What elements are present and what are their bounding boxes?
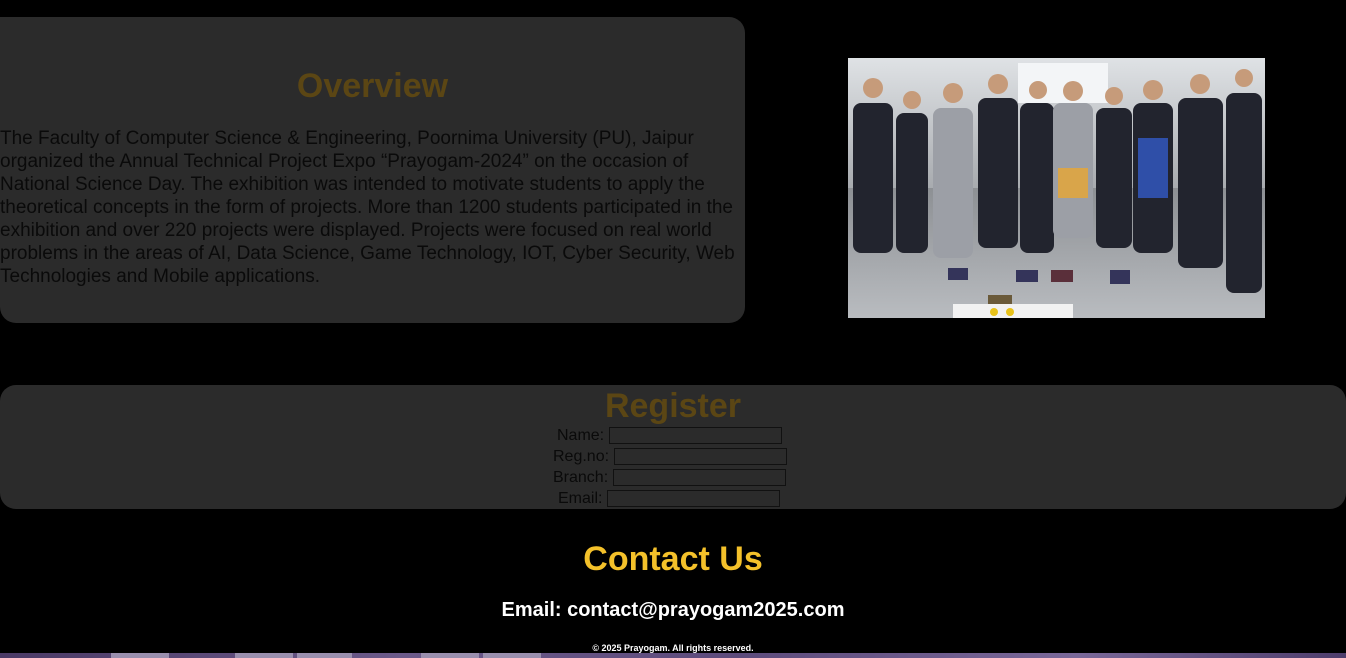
- regno-label: Reg.no:: [553, 447, 610, 465]
- branch-label: Branch:: [553, 468, 609, 486]
- expo-photo: [848, 58, 1265, 318]
- overview-title: Overview: [296, 67, 449, 105]
- expo-photo-illustration: [848, 58, 1265, 318]
- strip-tile: [297, 653, 352, 658]
- email-row: Email:: [558, 488, 781, 509]
- contact-email: Email: contact@prayogam2025.com: [501, 599, 845, 621]
- overview-text: The Faculty of Computer Science & Engine…: [0, 128, 735, 287]
- bottom-background-strip: [0, 653, 1346, 658]
- name-row: Name:: [557, 425, 783, 446]
- branch-row: Branch:: [553, 467, 787, 488]
- email-label: Email:: [558, 489, 603, 507]
- name-label: Name:: [557, 426, 605, 444]
- branch-input[interactable]: [613, 469, 787, 486]
- regno-input[interactable]: [614, 448, 788, 465]
- strip-tile: [421, 653, 479, 658]
- regno-row: Reg.no:: [553, 446, 788, 467]
- email-input[interactable]: [607, 490, 781, 507]
- contact-title: Contact Us: [583, 540, 763, 578]
- strip-tile: [483, 653, 541, 658]
- overview-card: Overview The Faculty of Computer Science…: [0, 17, 745, 323]
- strip-tile: [235, 653, 293, 658]
- strip-tile: [111, 653, 169, 658]
- name-input[interactable]: [609, 427, 783, 444]
- register-title: Register: [604, 387, 742, 425]
